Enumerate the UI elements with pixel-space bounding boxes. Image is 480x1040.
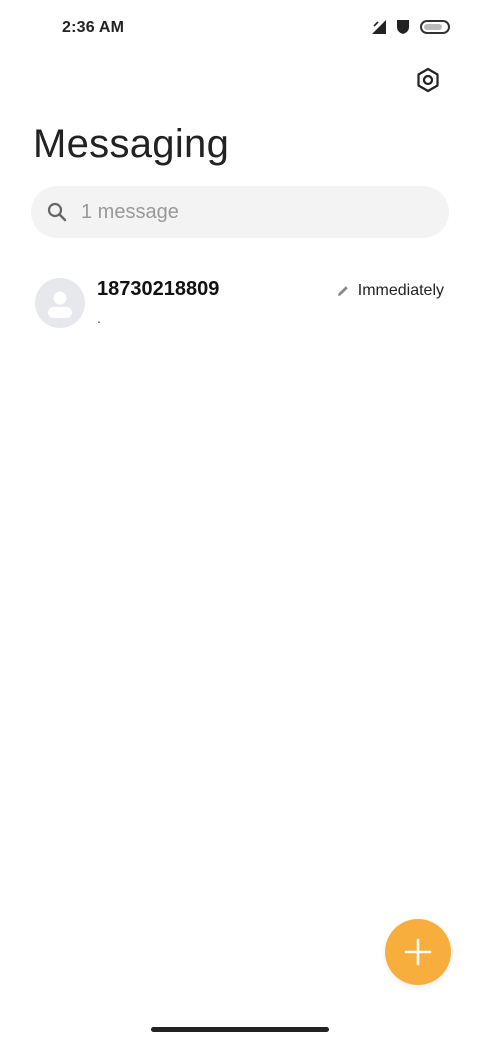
conversation-snippet: . [97,310,101,326]
search-bar[interactable] [31,186,449,238]
signal-icon [372,20,386,34]
search-input[interactable] [81,186,421,238]
conversation-meta: Immediately [336,282,444,300]
avatar [35,278,85,328]
status-bar: 2:36 AM [0,0,480,56]
page-title: Messaging [33,122,230,166]
conversation-time: Immediately [357,282,444,299]
messaging-screen: 2:36 AM Messaging 1 message 18730218809 … [0,0,480,1040]
draft-pencil-icon [337,286,348,296]
conversation-name: 18730218809 [97,278,220,300]
conversation-item[interactable]: 18730218809 . Immediately [0,266,480,342]
home-indicator[interactable] [151,1027,329,1032]
contact-placeholder-icon [48,291,72,318]
new-message-button[interactable] [385,919,451,985]
plus-icon [404,938,432,966]
settings-button[interactable] [412,64,444,96]
status-icons [372,18,450,36]
battery-icon [420,20,450,34]
search-icon [47,202,67,222]
shield-icon [397,20,409,34]
settings-icon [417,67,439,93]
status-time: 2:36 AM [62,19,125,36]
